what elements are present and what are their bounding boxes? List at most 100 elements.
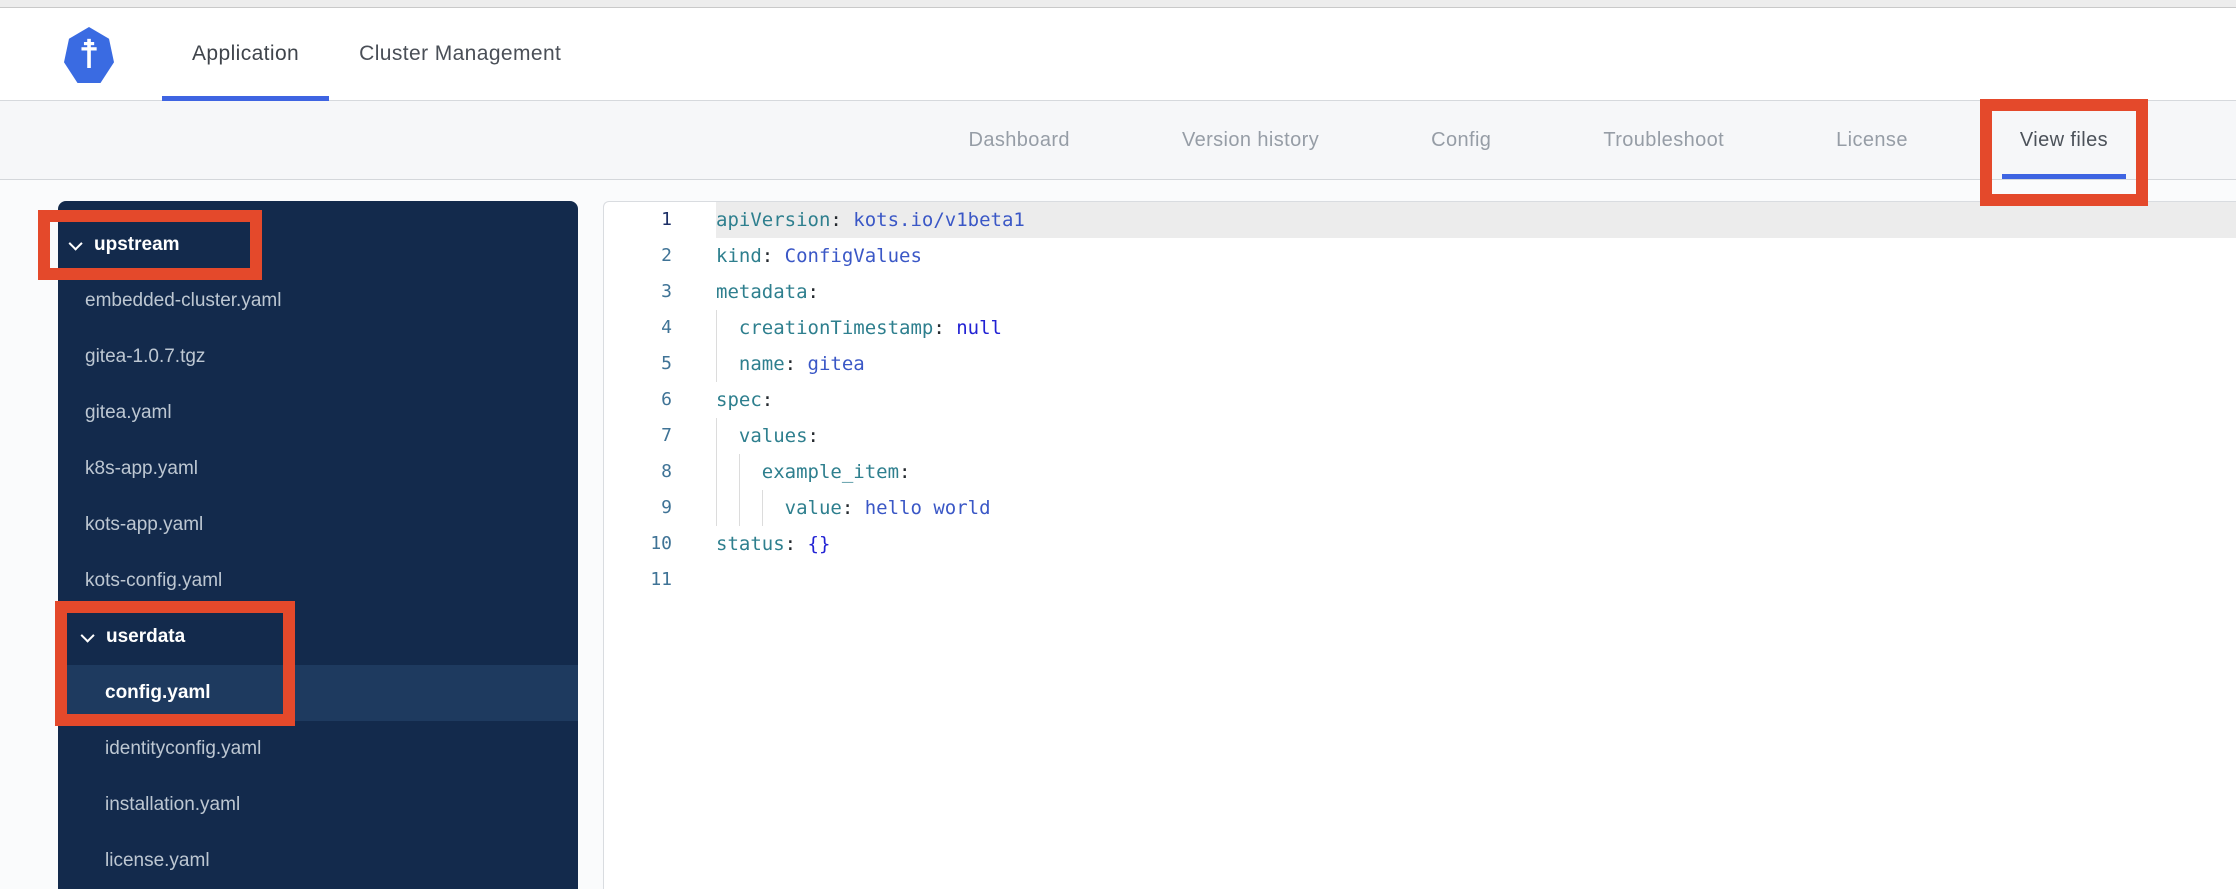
app-header: ☨ Application Cluster Management bbox=[0, 8, 2236, 101]
tree-file-installation-yaml[interactable]: installation.yaml bbox=[58, 777, 578, 833]
file-label: embedded-cluster.yaml bbox=[85, 290, 282, 311]
code-line: 3 metadata: bbox=[604, 274, 2236, 310]
tree-file-gitea-yaml[interactable]: gitea.yaml bbox=[58, 385, 578, 441]
code-text: apiVersion: kots.io/v1beta1 bbox=[716, 202, 2236, 238]
tab-license[interactable]: License bbox=[1818, 101, 1926, 179]
kots-admin-console: ☨ Application Cluster Management Dashboar… bbox=[0, 0, 2236, 890]
ship-wheel-glyph: ☨ bbox=[78, 32, 100, 78]
tab-version-history[interactable]: Version history bbox=[1164, 101, 1337, 179]
token-k: creationTimestamp bbox=[738, 317, 934, 339]
token-k: value bbox=[784, 497, 842, 519]
indent-guide bbox=[761, 490, 785, 526]
code-text: name: gitea bbox=[716, 346, 2236, 382]
line-number: 4 bbox=[661, 317, 672, 338]
line-number: 10 bbox=[650, 533, 672, 554]
chevron-down-icon[interactable] bbox=[80, 628, 95, 643]
code-text: creationTimestamp: null bbox=[716, 310, 2236, 346]
file-tree-sidebar: upstream embedded-cluster.yaml gitea-1.0.7… bbox=[38, 201, 578, 889]
token-p: : bbox=[830, 209, 842, 231]
tree-file-kots-config-yaml[interactable]: kots-config.yaml bbox=[58, 553, 578, 609]
code-line: 5 name: gitea bbox=[604, 346, 2236, 382]
code-line: 2 kind: ConfigValues bbox=[604, 238, 2236, 274]
tab-label: Troubleshoot bbox=[1603, 128, 1725, 151]
tab-troubleshoot[interactable]: Troubleshoot bbox=[1585, 101, 1742, 179]
code-text: kind: ConfigValues bbox=[716, 238, 2236, 274]
token-v: kots.io/v1beta1 bbox=[841, 209, 1025, 231]
secondary-nav: Dashboard Version history Config Troublesho… bbox=[0, 99, 2236, 206]
code-text: spec: bbox=[716, 382, 2236, 418]
tree-folder-userdata[interactable]: userdata bbox=[55, 601, 578, 726]
tree-file-config-yaml[interactable]: config.yaml bbox=[58, 665, 578, 721]
code-text: status: {} bbox=[716, 526, 2236, 562]
tab-config[interactable]: Config bbox=[1413, 101, 1509, 179]
token-p: : bbox=[841, 497, 854, 519]
tree-file-k8s-app-yaml[interactable]: k8s-app.yaml bbox=[58, 441, 578, 497]
tree-folder-upstream[interactable]: upstream bbox=[38, 210, 578, 280]
code-line: 10 status: {} bbox=[604, 526, 2236, 562]
chevron-down-icon[interactable] bbox=[68, 236, 83, 251]
file-label: installation.yaml bbox=[105, 794, 241, 815]
tab-label: Version history bbox=[1181, 128, 1320, 151]
indent-guide bbox=[716, 346, 739, 382]
tree-file-gitea-1-0-7-tgz[interactable]: gitea-1.0.7.tgz bbox=[58, 329, 578, 385]
file-label: config.yaml bbox=[105, 682, 211, 703]
file-editor[interactable]: 1 apiVersion: kots.io/v1beta1 2 kind: Confi… bbox=[603, 201, 2236, 889]
file-label: identityconfig.yaml bbox=[105, 738, 262, 759]
tab-application[interactable]: Application bbox=[162, 8, 330, 101]
file-label: k8s-app.yaml bbox=[85, 458, 198, 479]
indent-guide bbox=[716, 310, 739, 346]
token-p: : bbox=[807, 281, 819, 303]
tab-dashboard[interactable]: Dashboard bbox=[950, 101, 1087, 179]
top-divider bbox=[0, 0, 2236, 8]
token-k: apiVersion bbox=[716, 209, 831, 231]
file-label: gitea.yaml bbox=[85, 402, 172, 423]
token-k: spec bbox=[716, 389, 762, 411]
tree-file-embedded-cluster-yaml[interactable]: embedded-cluster.yaml bbox=[58, 273, 578, 329]
code-line: 8 example_item: bbox=[604, 454, 2236, 490]
tree-file-license-yaml[interactable]: license.yaml bbox=[58, 833, 578, 889]
file-label: gitea-1.0.7.tgz bbox=[85, 346, 206, 367]
content-area: upstream embedded-cluster.yaml gitea-1.0.7… bbox=[0, 180, 2236, 889]
line-number: 9 bbox=[661, 497, 672, 518]
token-k: metadata bbox=[716, 281, 808, 303]
code-line: 11 bbox=[604, 562, 2236, 598]
code-line: 1 apiVersion: kots.io/v1beta1 bbox=[604, 202, 2236, 238]
line-number: 8 bbox=[661, 461, 672, 482]
line-number: 1 bbox=[661, 209, 672, 230]
tab-label: Dashboard bbox=[968, 128, 1070, 151]
token-p: : bbox=[761, 389, 774, 411]
token-p: : bbox=[899, 461, 911, 483]
tab-cluster-management[interactable]: Cluster Management bbox=[329, 8, 591, 100]
code-line: 6 spec: bbox=[604, 382, 2236, 418]
tab-view-files[interactable]: View files bbox=[1979, 99, 2148, 206]
token-p: : bbox=[761, 245, 774, 267]
tree-file-kots-app-yaml[interactable]: kots-app.yaml bbox=[58, 497, 578, 553]
code-text: metadata: bbox=[716, 274, 2236, 310]
tab-label: License bbox=[1836, 128, 1908, 151]
tab-label: Application bbox=[192, 42, 300, 65]
token-a: {} bbox=[796, 533, 831, 555]
indent-guide bbox=[716, 490, 739, 526]
code-text: values: bbox=[716, 418, 2236, 454]
token-v: gitea bbox=[796, 353, 865, 375]
line-number: 6 bbox=[661, 389, 672, 410]
tree-file-identityconfig-yaml[interactable]: identityconfig.yaml bbox=[58, 721, 578, 777]
folder-label: userdata bbox=[106, 626, 186, 647]
line-number: 5 bbox=[661, 353, 672, 374]
active-tab-underline bbox=[2001, 174, 2126, 179]
code-line: 4 creationTimestamp: null bbox=[604, 310, 2236, 346]
tab-label: Cluster Management bbox=[359, 42, 562, 65]
token-p: : bbox=[807, 425, 819, 447]
token-k: name bbox=[738, 353, 785, 375]
code-text: example_item: bbox=[716, 454, 2236, 490]
code-text: value: hello world bbox=[716, 490, 2236, 526]
code-line: 7 values: bbox=[604, 418, 2236, 454]
token-p: : bbox=[784, 533, 797, 555]
line-number: 11 bbox=[650, 569, 672, 590]
file-label: license.yaml bbox=[105, 850, 210, 871]
indent-guide bbox=[738, 490, 762, 526]
token-a: null bbox=[944, 317, 1002, 339]
indent-guide bbox=[716, 454, 739, 490]
file-label: kots-app.yaml bbox=[85, 514, 204, 535]
tab-label: View files bbox=[2019, 128, 2108, 151]
